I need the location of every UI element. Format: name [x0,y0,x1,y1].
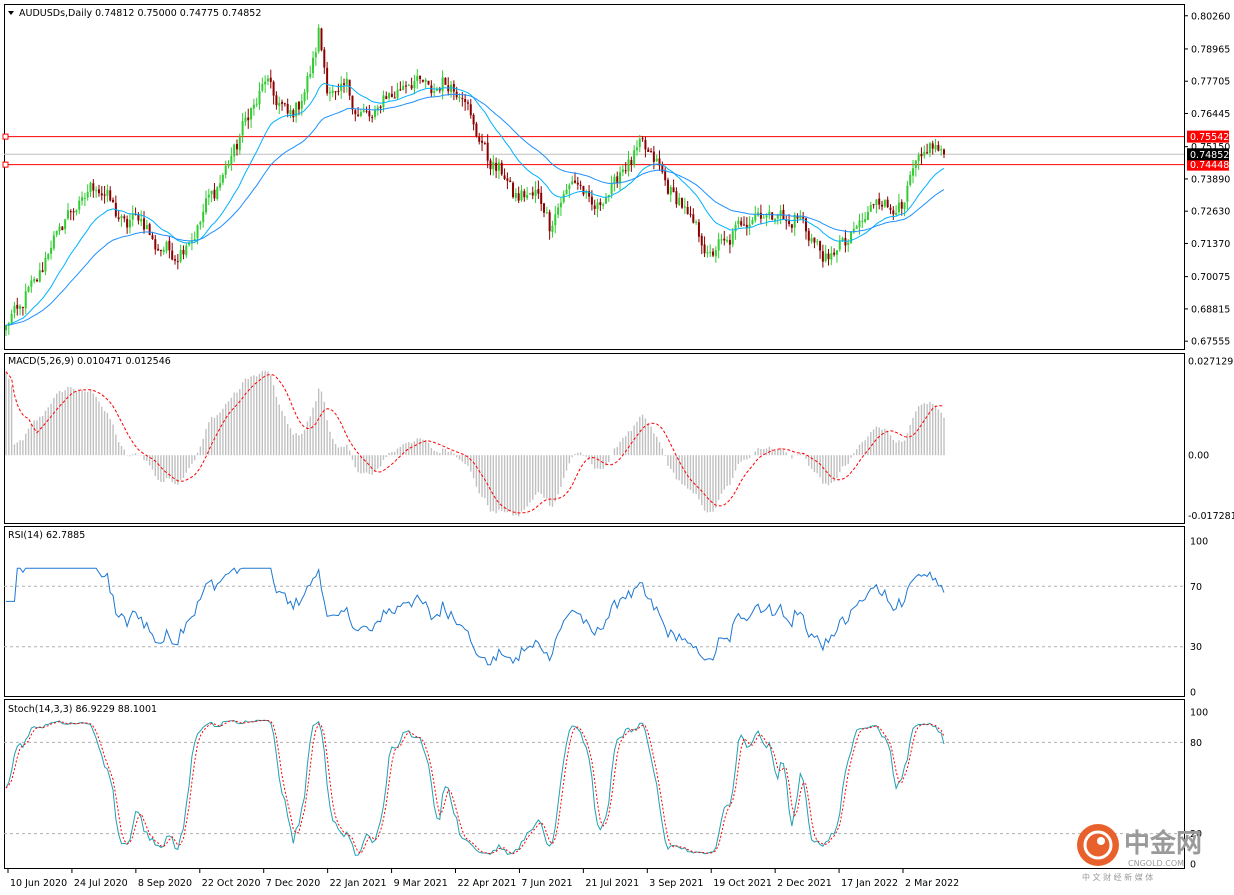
candle [320,27,323,52]
macd-tick-label: -0.017281 [1188,511,1234,522]
candle [444,77,447,86]
candle [427,80,430,86]
price-tick-label: 0.73890 [1191,174,1230,185]
stoch-tick-label: 80 [1190,738,1202,749]
ohlc-high: 0.75000 [137,8,176,19]
date-tick-label: 17 Jan 2022 [841,878,898,889]
ohlc-low: 0.74775 [180,8,219,19]
candle [681,197,684,209]
price-tick-label: 0.67555 [1191,337,1230,348]
date-tick-label: 19 Oct 2021 [713,878,772,889]
cngold-watermark: 中金网 CNGOLD.COM 中 文 财 经 新 媒 体 [1077,824,1202,882]
price-tick-label: 0.77705 [1191,77,1230,88]
date-tick-label: 22 Apr 2021 [458,878,517,889]
rsi-panel-frame [4,526,1185,697]
watermark-sub: CNGOLD.COM [1128,859,1184,868]
date-tick-label: 22 Oct 2020 [202,878,261,889]
price-tick-label: 0.75150 [1191,142,1230,153]
date-tick-label: 8 Sep 2020 [138,878,192,889]
price-tick-label: 0.68815 [1191,304,1230,315]
date-tick-label: 7 Jun 2021 [521,878,572,889]
candle [512,181,515,199]
candle [850,231,853,244]
price-tick-label: 0.70075 [1191,272,1230,283]
date-tick-label: 10 Jun 2020 [10,878,67,889]
price-tick-label: 0.80260 [1191,11,1230,22]
date-tick-label: 24 Jul 2020 [74,878,128,889]
svg-text:AUDUSDs,Daily 0.74812 0.75000: AUDUSDs,Daily 0.74812 0.75000 0.74775 0.… [19,8,261,19]
price-tick-label: 0.78965 [1191,44,1230,55]
chart-canvas: 0.755420.744480.748520.802600.789650.777… [2,4,1234,889]
macd-panel-frame [4,353,1185,524]
candle [475,121,478,138]
ohlc-open: 0.74812 [95,8,134,19]
stoch-tick-label: 0 [1190,860,1196,871]
watermark-tagline: 中 文 财 经 新 媒 体 [1082,872,1153,882]
date-tick-label: 3 Sep 2021 [649,878,703,889]
price-tick-label: 0.76445 [1191,109,1230,120]
logo-dot [1097,837,1105,845]
stoch-panel-frame [4,699,1185,869]
macd-title: MACD(5,26,9) 0.010471 0.012546 [8,356,171,367]
date-tick-label: 2 Mar 2022 [905,878,959,889]
candle [771,211,774,221]
date-tick-label: 22 Jan 2021 [330,878,387,889]
stoch-tick-label: 100 [1190,708,1208,719]
candle [148,222,151,236]
main-panel-frame [4,4,1185,350]
date-tick-label: 21 Jul 2021 [585,878,639,889]
price-tick-label: 0.71370 [1191,239,1230,250]
price-tick-label: 0.72630 [1191,207,1230,218]
rsi-tick-label: 0 [1190,688,1196,699]
date-tick-label: 2 Dec 2021 [777,878,832,889]
cngold-logo-icon [1077,824,1119,866]
symbol-label: AUDUSDs [19,8,65,19]
ohlc-close: 0.74852 [222,8,261,19]
stoch-title: Stoch(14,3,3) 86.9229 88.1001 [8,704,157,715]
rsi-tick-label: 30 [1190,642,1202,653]
level-handle-0[interactable] [2,133,9,140]
rsi-tick-label: 100 [1190,537,1208,548]
date-tick-label: 9 Mar 2021 [394,878,448,889]
watermark-brand: 中金网 [1124,828,1202,859]
candle [317,24,320,54]
candle [666,177,669,195]
level-label-1: 0.74448 [1190,160,1229,171]
rsi-title: RSI(14) 62.7885 [8,530,85,541]
main-panel-title[interactable]: AUDUSDs,Daily 0.74812 0.75000 0.74775 0.… [8,8,261,19]
macd-tick-label: 0.00 [1188,451,1209,462]
level-handle-1[interactable] [2,161,9,168]
macd-tick-label: 0.027129 [1188,356,1233,367]
candle [216,185,219,201]
date-tick-label: 7 Dec 2020 [266,878,321,889]
timeframe-label: Daily [68,8,92,19]
rsi-tick-label: 70 [1190,582,1202,593]
